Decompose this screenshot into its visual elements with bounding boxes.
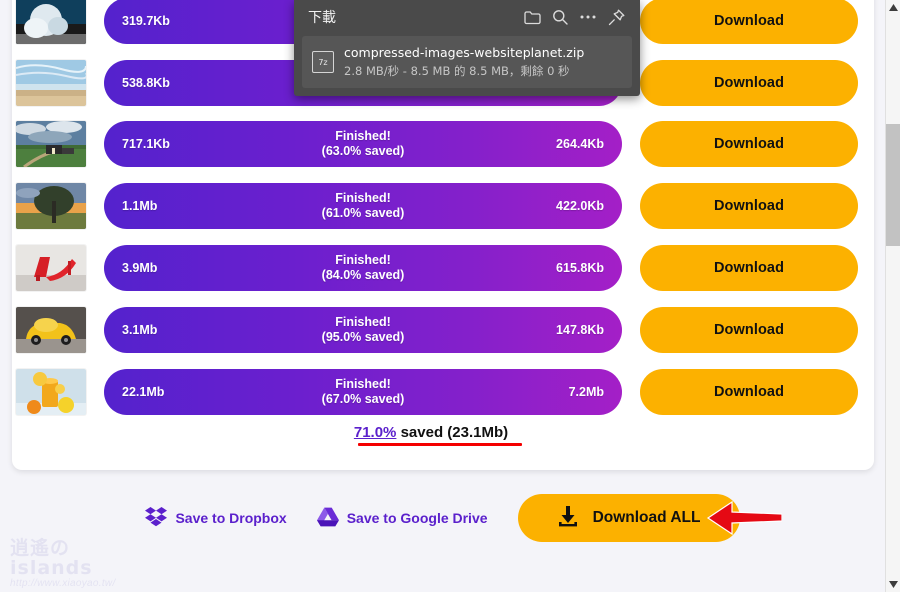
save-to-dropbox-label: Save to Dropbox <box>175 510 287 526</box>
compression-progress-bar: 3.9Mb Finished! (84.0% saved) 615.8Kb <box>104 245 622 291</box>
compression-status: Finished! (84.0% saved) <box>321 253 405 282</box>
folder-icon[interactable] <box>518 4 546 30</box>
download-popup-title: 下載 <box>308 10 336 26</box>
download-button[interactable]: Download <box>640 121 858 167</box>
download-all-label: Download ALL <box>592 509 701 526</box>
compression-status: Finished! (61.0% saved) <box>321 191 405 220</box>
thumbnail-image <box>16 245 86 291</box>
save-to-google-drive-label: Save to Google Drive <box>346 510 488 526</box>
pin-icon[interactable] <box>602 4 630 30</box>
download-button[interactable]: Download <box>640 369 858 415</box>
red-underline-annotation <box>358 443 522 446</box>
saved-percent: (95.0% saved) <box>321 330 405 344</box>
search-icon[interactable] <box>546 4 574 30</box>
table-row: 22.1Mb Finished! (67.0% saved) 7.2Mb Dow… <box>0 361 862 423</box>
scroll-down-arrow[interactable] <box>886 577 900 592</box>
thumbnail-image <box>16 369 86 415</box>
download-button[interactable]: Download <box>640 0 858 44</box>
zip-file-icon: 7z <box>312 51 334 73</box>
download-filename: compressed-images-websiteplanet.zip <box>344 45 585 60</box>
saved-percent: (61.0% saved) <box>321 206 405 220</box>
download-popup: 下載 7z compressed-images-websiteplanet.zi… <box>294 0 640 96</box>
thumbnail-image <box>16 0 86 44</box>
original-size: 319.7Kb <box>122 14 170 28</box>
compression-status: Finished! (95.0% saved) <box>321 315 405 344</box>
compression-progress-bar: 717.1Kb Finished! (63.0% saved) 264.4Kb <box>104 121 622 167</box>
scrollbar-thumb[interactable] <box>886 124 900 246</box>
google-drive-icon <box>316 507 339 530</box>
dropbox-icon <box>145 506 168 530</box>
save-to-dropbox-button[interactable]: Save to Dropbox <box>145 506 287 530</box>
compression-progress-bar: 1.1Mb Finished! (61.0% saved) 422.0Kb <box>104 183 622 229</box>
total-saved-suffix: saved (23.1Mb) <box>396 424 509 441</box>
table-row: 717.1Kb Finished! (63.0% saved) 264.4Kb … <box>0 113 862 175</box>
compression-progress-bar: 22.1Mb Finished! (67.0% saved) 7.2Mb <box>104 369 622 415</box>
compressed-size: 7.2Mb <box>568 385 604 399</box>
thumbnail-image <box>16 307 86 353</box>
compressed-size: 264.4Kb <box>556 137 604 151</box>
total-saved-summary: 71.0% saved (23.1Mb) <box>0 424 862 441</box>
compressed-size: 147.8Kb <box>556 323 604 337</box>
compressed-size: 615.8Kb <box>556 261 604 275</box>
table-row: 3.1Mb Finished! (95.0% saved) 147.8Kb Do… <box>0 299 862 361</box>
original-size: 538.8Kb <box>122 76 170 90</box>
total-saved-percent: 71.0% <box>353 424 397 441</box>
saved-percent: (84.0% saved) <box>321 268 405 282</box>
save-to-google-drive-button[interactable]: Save to Google Drive <box>316 507 488 530</box>
thumbnail-image <box>16 60 86 106</box>
compression-progress-bar: 3.1Mb Finished! (95.0% saved) 147.8Kb <box>104 307 622 353</box>
compression-status: Finished! (67.0% saved) <box>321 377 405 406</box>
more-options-icon[interactable] <box>574 4 602 30</box>
compression-status: Finished! (63.0% saved) <box>321 129 405 158</box>
download-item[interactable]: 7z compressed-images-websiteplanet.zip 2… <box>302 36 632 88</box>
download-button[interactable]: Download <box>640 245 858 291</box>
saved-percent: (63.0% saved) <box>321 144 405 158</box>
page-root: 319.7Kb Download 538.8Kb Download 717.1K… <box>0 0 885 592</box>
download-popup-header: 下載 <box>294 0 640 34</box>
thumbnail-image <box>16 121 86 167</box>
saved-percent: (67.0% saved) <box>321 392 405 406</box>
download-button[interactable]: Download <box>640 183 858 229</box>
watermark-url: http://www.xiaoyao.tw/ <box>10 578 116 589</box>
thumbnail-image <box>16 183 86 229</box>
red-arrow-annotation <box>706 500 782 536</box>
download-icon <box>557 505 579 532</box>
scroll-up-arrow[interactable] <box>886 0 900 15</box>
table-row: 1.1Mb Finished! (61.0% saved) 422.0Kb Do… <box>0 175 862 237</box>
compressed-size: 422.0Kb <box>556 199 604 213</box>
download-button[interactable]: Download <box>640 60 858 106</box>
table-row: 3.9Mb Finished! (84.0% saved) 615.8Kb Do… <box>0 237 862 299</box>
download-status-text: 2.8 MB/秒 - 8.5 MB 的 8.5 MB，剩餘 0 秒 <box>344 64 570 78</box>
download-button[interactable]: Download <box>640 307 858 353</box>
vertical-scrollbar[interactable] <box>885 0 900 592</box>
download-item-info: compressed-images-websiteplanet.zip 2.8 … <box>344 44 622 80</box>
